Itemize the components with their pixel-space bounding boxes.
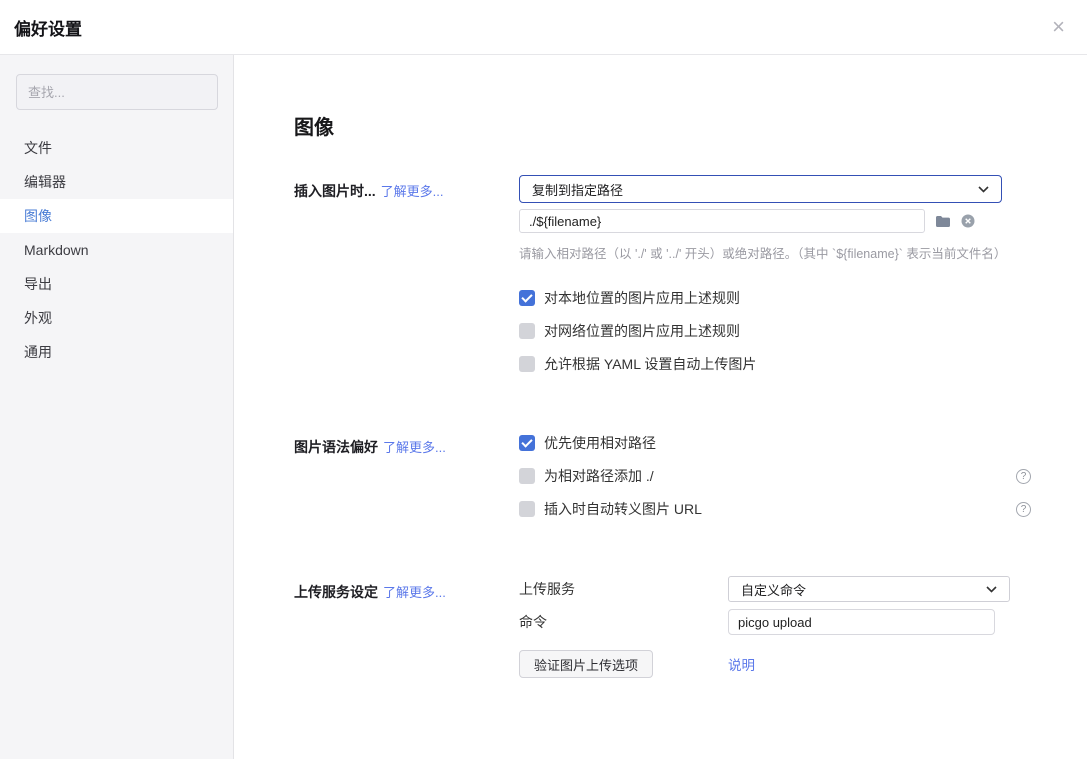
settings-panel: 图像 插入图片时... 了解更多... 复制到指定路径 [234,55,1087,759]
checkbox-prefer-relative-path[interactable]: 优先使用相对路径 [519,433,1031,453]
checkbox-label: 对网络位置的图片应用上述规则 [544,321,740,341]
checkbox-add-dot-slash[interactable]: 为相对路径添加 ./ ? [519,466,1031,486]
section-syntax-label-col: 图片语法偏好了解更多... [294,431,519,532]
command-row: 命令 [519,609,1031,635]
sidebar-item-editor[interactable]: 编辑器 [0,165,233,199]
checkbox-label: 优先使用相对路径 [544,433,656,453]
sidebar-item-markdown[interactable]: Markdown [0,233,233,267]
sidebar-item-general[interactable]: 通用 [0,335,233,369]
help-icon[interactable]: ? [1016,469,1031,484]
chevron-down-icon [986,586,997,593]
checkbox-label: 允许根据 YAML 设置自动上传图片 [544,354,756,374]
checkbox-label: 对本地位置的图片应用上述规则 [544,288,740,308]
checkbox-box[interactable] [519,468,535,484]
section-image-syntax: 图片语法偏好了解更多... 优先使用相对路径 为相对路径添加 ./ ? [294,431,1087,532]
section-upload-service: 上传服务设定了解更多... 上传服务 自定义命令 命令 [294,576,1087,678]
section-insert-image: 插入图片时... 了解更多... 复制到指定路径 [294,175,1087,387]
checkbox-yaml-auto-upload[interactable]: 允许根据 YAML 设置自动上传图片 [519,354,1031,374]
checkbox-label: 插入时自动转义图片 URL [544,499,702,519]
copy-path-input[interactable] [519,209,925,233]
validate-upload-button[interactable]: 验证图片上传选项 [519,650,653,678]
sidebar-nav: 文件 编辑器 图像 Markdown 导出 外观 通用 [0,131,233,369]
dialog-header: 偏好设置 × [0,0,1087,55]
sidebar: 文件 编辑器 图像 Markdown 导出 外观 通用 [0,55,234,759]
insert-action-select-value: 复制到指定路径 [532,180,623,199]
folder-browse-icon[interactable] [935,215,951,228]
search-input[interactable] [16,74,218,110]
insert-checkbox-group: 对本地位置的图片应用上述规则 对网络位置的图片应用上述规则 允许根据 YAML … [519,288,1031,374]
syntax-checkbox-group: 优先使用相对路径 为相对路径添加 ./ ? 插入时自动转义图片 URL ? [519,433,1031,519]
close-icon[interactable]: × [1052,16,1065,38]
dialog-body: 文件 编辑器 图像 Markdown 导出 外观 通用 图像 插入图片时... 了… [0,55,1087,759]
sidebar-item-file[interactable]: 文件 [0,131,233,165]
section-upload-title: 上传服务设定 [294,584,378,600]
copy-path-row [519,209,1031,233]
sidebar-item-export[interactable]: 导出 [0,267,233,301]
upload-doc-link[interactable]: 说明 [728,654,755,674]
sidebar-item-image[interactable]: 图像 [0,199,233,233]
section-insert-label-col: 插入图片时... 了解更多... [294,175,519,387]
checkbox-box[interactable] [519,435,535,451]
upload-learn-more-link[interactable]: 了解更多... [383,585,446,600]
help-icon[interactable]: ? [1016,502,1031,517]
section-syntax-title: 图片语法偏好 [294,439,378,455]
checkbox-box[interactable] [519,323,535,339]
syntax-learn-more-link[interactable]: 了解更多... [383,440,446,455]
checkbox-box[interactable] [519,501,535,517]
upload-service-row: 上传服务 自定义命令 [519,576,1031,602]
checkbox-box[interactable] [519,356,535,372]
section-upload-controls: 上传服务 自定义命令 命令 验证图片上传选项 说 [519,576,1031,678]
checkbox-apply-online-images[interactable]: 对网络位置的图片应用上述规则 [519,321,1031,341]
command-input[interactable] [728,609,995,635]
validate-button-cell: 验证图片上传选项 [519,650,728,678]
section-insert-controls: 复制到指定路径 请输入相对路径（以 './' 或 '../' 开头）或绝对路径。… [519,175,1031,387]
upload-service-select-value: 自定义命令 [741,580,806,599]
checkbox-auto-escape-url[interactable]: 插入时自动转义图片 URL ? [519,499,1031,519]
upload-service-label: 上传服务 [519,579,728,599]
command-label: 命令 [519,612,728,632]
checkbox-box[interactable] [519,290,535,306]
sidebar-item-appearance[interactable]: 外观 [0,301,233,335]
chevron-down-icon [978,186,989,193]
section-upload-label-col: 上传服务设定了解更多... [294,576,519,678]
page-title: 图像 [294,111,1087,140]
insert-learn-more-link[interactable]: 了解更多... [381,184,444,199]
validate-row: 验证图片上传选项 说明 [519,650,1031,678]
dialog-title: 偏好设置 [14,15,82,40]
section-syntax-controls: 优先使用相对路径 为相对路径添加 ./ ? 插入时自动转义图片 URL ? [519,431,1031,532]
checkbox-apply-local-images[interactable]: 对本地位置的图片应用上述规则 [519,288,1031,308]
path-hint-text: 请输入相对路径（以 './' 或 '../' 开头）或绝对路径。（其中 `${f… [519,243,1031,262]
clear-path-icon[interactable] [961,214,975,228]
insert-action-select[interactable]: 复制到指定路径 [519,175,1002,203]
checkbox-label: 为相对路径添加 ./ [544,466,654,486]
upload-service-select[interactable]: 自定义命令 [728,576,1010,602]
section-insert-title: 插入图片时... [294,183,376,199]
